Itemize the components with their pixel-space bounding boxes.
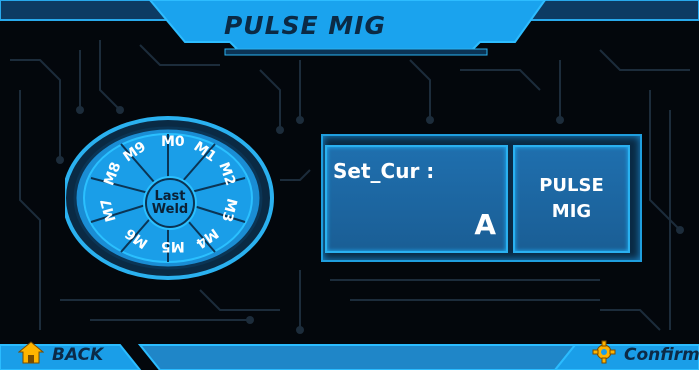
confirm-button[interactable]: Confirm (592, 339, 699, 370)
last-weld-button[interactable]: Last Weld (145, 178, 195, 228)
back-button[interactable]: BACK (17, 339, 104, 370)
memory-dial[interactable]: M0 M1 M2 M3 M4 M5 M6 M7 M8 M9 Last Weld (62, 112, 279, 284)
set-current-box[interactable]: Set_Cur : A (325, 145, 508, 253)
dial-slot-m0[interactable]: M0 (161, 134, 185, 150)
dial-slot-m5[interactable]: M5 (161, 238, 185, 254)
pulse-mig-mode-button[interactable]: PULSE MIG (513, 145, 630, 253)
status-bar (140, 339, 570, 370)
confirm-label: Confirm (624, 344, 699, 365)
set-current-unit: A (474, 208, 496, 241)
home-icon (17, 340, 45, 369)
last-weld-label-line2: Weld (151, 202, 189, 217)
mode-label-line1: PULSE (539, 175, 604, 196)
set-current-label: Set_Cur : (333, 159, 435, 183)
page-title: PULSE MIG (223, 11, 387, 40)
gear-icon (592, 340, 616, 369)
back-label: BACK (52, 344, 104, 365)
mode-label-line2: MIG (551, 201, 592, 222)
